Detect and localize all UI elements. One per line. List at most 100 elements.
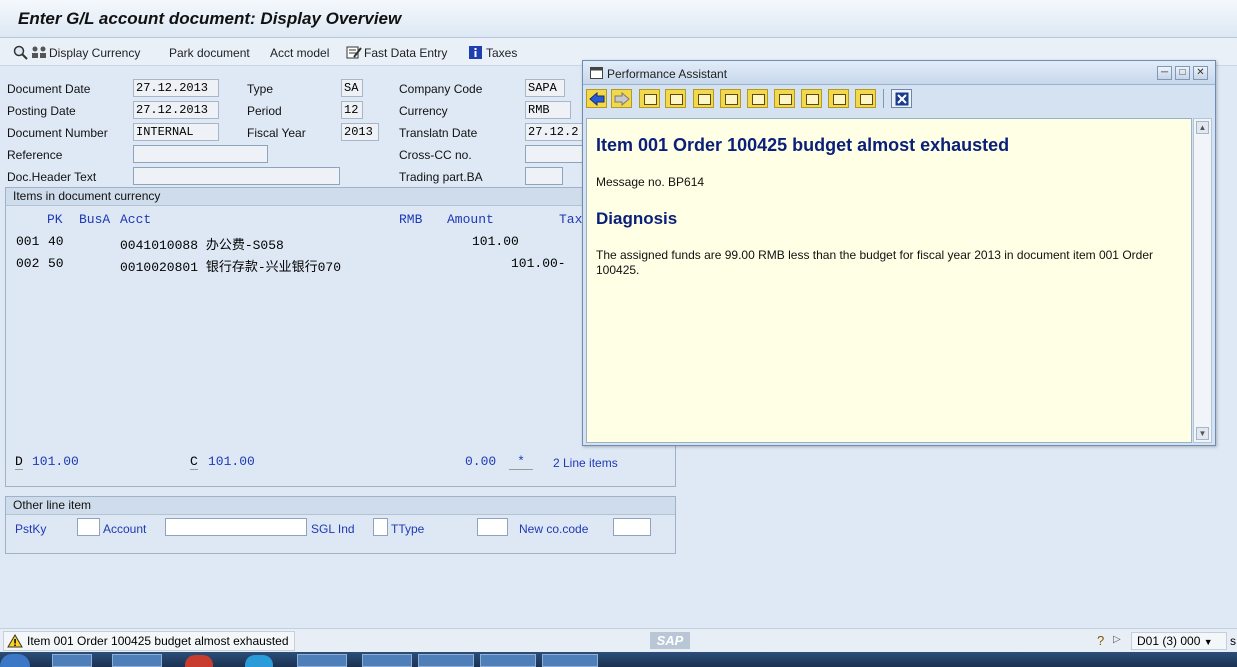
taskbar-app[interactable] [52, 654, 92, 667]
currency-icon [31, 45, 47, 60]
fast-data-entry-button[interactable]: Fast Data Entry [346, 44, 447, 61]
company-code-field[interactable]: SAPA [525, 79, 565, 97]
minimize-icon: ─ [1160, 67, 1169, 78]
forward-button[interactable] [611, 89, 632, 108]
taxes-button[interactable]: Taxes [468, 44, 517, 61]
diagnosis-heading: Diagnosis [596, 209, 678, 228]
translation-date-label: Translatn Date [399, 126, 478, 140]
sgl-ind-label: SGL Ind [311, 522, 355, 536]
taskbar-app[interactable] [542, 654, 598, 667]
translation-date-field[interactable]: 27.12.2 [525, 123, 585, 141]
trading-part-field[interactable] [525, 167, 563, 185]
taskbar-app[interactable] [418, 654, 474, 667]
popup-tool-users[interactable] [747, 89, 768, 108]
close-button[interactable]: ✕ [1193, 66, 1208, 80]
popup-tool-technical-info[interactable] [665, 89, 686, 108]
pstky-label: PstKy [15, 522, 47, 536]
os-taskbar [0, 652, 1237, 667]
type-field[interactable]: SA [341, 79, 363, 97]
sgl-ind-input[interactable] [373, 518, 388, 536]
other-line-item-title: Other line item [6, 497, 675, 515]
ttype-label: TType [391, 522, 425, 536]
park-document-label: Park document [169, 45, 250, 60]
taskbar-app[interactable] [112, 654, 162, 667]
currency-label: Currency [399, 104, 448, 118]
magnifier-icon [13, 45, 29, 60]
popup-exit-button[interactable] [891, 89, 912, 108]
column-tax: Tax [559, 212, 583, 227]
scroll-up-icon[interactable]: ▲ [1196, 121, 1209, 134]
performance-assistant-window[interactable]: Performance Assistant ─ □ ✕ Item 001 Ord… [582, 60, 1216, 446]
column-amount: Amount [447, 212, 494, 227]
close-icon: ✕ [1196, 67, 1205, 78]
taskbar-app[interactable] [362, 654, 412, 667]
row-pk: 50 [48, 256, 64, 271]
help-icon[interactable]: ? [1097, 633, 1104, 648]
taxes-label: Taxes [486, 45, 518, 60]
posting-date-field[interactable]: 27.12.2013 [133, 101, 219, 119]
acct-model-button[interactable]: Acct model [270, 44, 329, 61]
popup-tool-edit[interactable] [693, 89, 714, 108]
popup-tool-glossary[interactable] [720, 89, 741, 108]
type-label: Type [247, 82, 274, 96]
popup-tool-book[interactable] [639, 89, 660, 108]
scroll-down-icon[interactable]: ▼ [1196, 427, 1209, 440]
column-busa: BusA [79, 212, 111, 227]
diagnosis-text: The assigned funds are 99.00 RMB less th… [596, 248, 1153, 277]
line-items-count: 2 Line items [553, 456, 618, 470]
document-date-field[interactable]: 27.12.2013 [133, 79, 219, 97]
popup-tool-document[interactable] [855, 89, 876, 108]
taskbar-app[interactable] [245, 655, 273, 667]
row-account[interactable]: 0010020801 银行存款-兴业银行070 [120, 256, 341, 275]
start-button[interactable] [0, 654, 30, 667]
maximize-button[interactable]: □ [1175, 66, 1190, 80]
period-field[interactable]: 12 [341, 101, 363, 119]
doc-header-text-field[interactable] [133, 167, 340, 185]
system-info[interactable]: D01 (3) 000 ▼ [1131, 632, 1227, 650]
display-currency-button[interactable]: Display Currency [13, 44, 140, 61]
window-title-bar: Enter G/L account document: Display Over… [0, 0, 1237, 38]
popup-tool-window[interactable] [801, 89, 822, 108]
popup-tool-print[interactable] [828, 89, 849, 108]
back-button[interactable] [586, 89, 607, 108]
ttype-input[interactable] [477, 518, 508, 536]
new-cocode-label: New co.code [519, 522, 589, 536]
account-input[interactable] [165, 518, 307, 536]
document-number-field[interactable]: INTERNAL [133, 123, 219, 141]
taskbar-app[interactable] [185, 655, 213, 667]
taskbar-app[interactable] [480, 654, 536, 667]
row-amount: 101.00 [472, 234, 519, 249]
fiscal-year-field[interactable]: 2013 [341, 123, 379, 141]
row-account[interactable]: 0041010088 办公费-S058 [120, 234, 284, 253]
account-label: Account [103, 522, 147, 536]
popup-scrollbar[interactable]: ▲ ▼ [1193, 118, 1212, 443]
row-pk: 40 [48, 234, 64, 249]
items-group: Items in document currency [5, 187, 676, 487]
arrow-right-icon [614, 92, 630, 106]
warning-icon [7, 634, 23, 648]
play-icon[interactable]: ▷ [1113, 634, 1121, 645]
row-number: 001 [16, 234, 40, 249]
minimize-button[interactable]: ─ [1157, 66, 1172, 80]
popup-title-bar[interactable]: Performance Assistant ─ □ ✕ [583, 61, 1215, 85]
fast-data-entry-label: Fast Data Entry [364, 45, 448, 60]
status-message[interactable]: Item 001 Order 100425 budget almost exha… [3, 631, 295, 651]
column-rmb: RMB [399, 212, 423, 227]
park-document-button[interactable]: Park document [169, 44, 250, 61]
debit-total: 101.00 [32, 454, 79, 469]
status-tail: s [1230, 634, 1236, 648]
status-bar: Item 001 Order 100425 budget almost exha… [0, 628, 1237, 652]
posting-date-label: Posting Date [7, 104, 76, 118]
credit-total-label: C [190, 454, 198, 470]
balance-status-mark: * [517, 454, 525, 469]
pstky-input[interactable] [77, 518, 100, 536]
info-icon [468, 45, 484, 60]
chevron-down-icon: ▼ [1203, 637, 1213, 647]
reference-field[interactable] [133, 145, 268, 163]
new-cocode-input[interactable] [613, 518, 651, 536]
taskbar-app[interactable] [297, 654, 347, 667]
cross-cc-field[interactable] [525, 145, 585, 163]
window-title: Enter G/L account document: Display Over… [18, 9, 402, 28]
currency-field[interactable]: RMB [525, 101, 571, 119]
popup-tool-list[interactable] [774, 89, 795, 108]
